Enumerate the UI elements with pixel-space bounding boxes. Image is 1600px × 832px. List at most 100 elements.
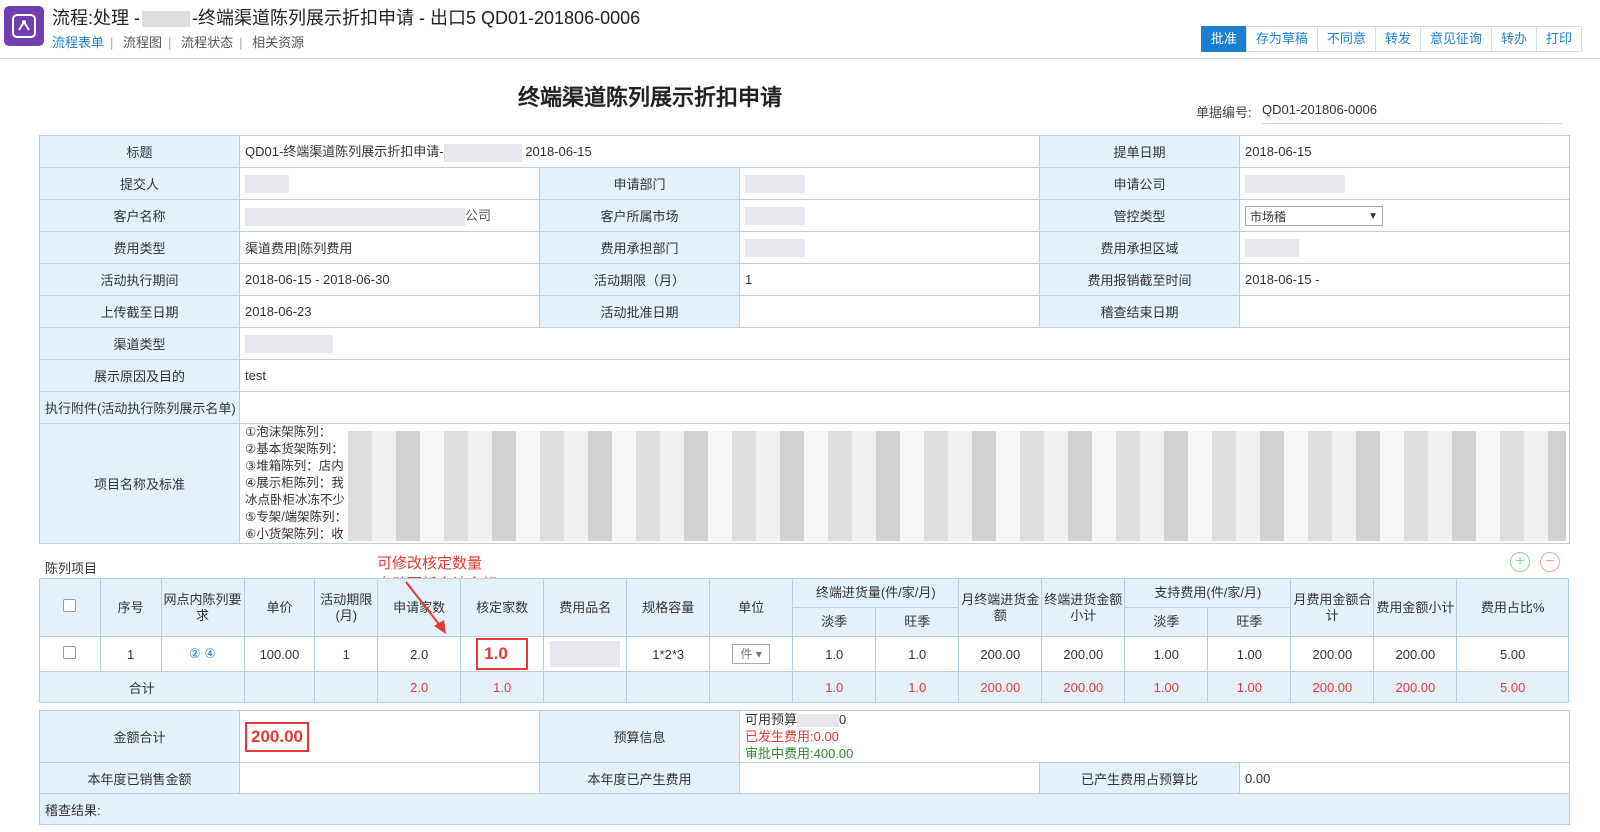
save-draft-button[interactable]: 存为草稿 [1245,26,1318,52]
cell-low: 1.0 [792,636,877,672]
fee-region-value [1239,231,1570,264]
transfer-button[interactable]: 转办 [1490,26,1537,52]
exec-period-value: 2018-06-15 - 2018-06-30 [239,263,540,296]
company-value [1239,167,1570,200]
sum-approved: 1.0 [460,671,545,703]
label-total: 金额合计 [39,710,240,763]
form-title: 终端渠道陈列展示折扣申请 [517,85,782,110]
label-customer: 客户名称 [39,199,240,232]
label-approve-date: 活动批准日期 [539,295,740,328]
channel-value [239,327,1570,360]
top-bar: 流程:处理 - -终端渠道陈列展示折扣申请 - 出口5 QD01-201806-0… [0,0,1600,59]
doc-no-value: QD01-201806-0006 [1262,102,1562,124]
add-row-icon[interactable]: + [1510,552,1530,572]
cell-req[interactable]: ② ④ [160,636,245,672]
year-fee-value [739,762,1040,794]
tab-flowchart[interactable]: 流程图 [117,35,168,50]
submitter-value [239,167,540,200]
term-value: 1 [739,263,1040,296]
display-section-label: 陈列项目 [45,561,98,576]
submit-date-value: 2018-06-15 [1239,135,1570,168]
dept-value [739,167,1040,200]
sum-month-amt: 200.00 [958,671,1043,703]
upload-value: 2018-06-23 [239,295,540,328]
forward-button[interactable]: 转发 [1374,26,1421,52]
th-approved: 核定家数 [460,578,545,637]
label-term: 活动期限（月） [539,263,740,296]
th-term: 活动期限(月) [314,578,379,637]
control-type-select[interactable]: 市场稽 ▼ [1239,199,1570,232]
sum-spec [626,671,711,703]
consult-button[interactable]: 意见征询 [1419,26,1492,52]
approved-count-input[interactable]: 1.0 [460,636,545,672]
table-row: 1 ② ④ 100.00 1 2.0 1.0 1*2*3 件 ▾ 1.0 1.0… [39,636,1569,672]
cell-spec: 1*2*3 [626,636,711,672]
sum-unit [709,671,794,703]
sum-low2: 1.00 [1124,671,1209,703]
th-product: 费用品名 [543,578,628,637]
cell-product [543,636,628,672]
label-fee-region: 费用承担区域 [1039,231,1240,264]
label-sales: 本年度已销售金额 [39,762,240,794]
th-req: 网点内陈列要求 [160,578,245,637]
th-spec: 规格容量 [626,578,711,637]
fee-dept-value [739,231,1040,264]
th-fee-sub: 费用金额小计 [1373,578,1458,637]
summary-table: 金额合计 200.00 预算信息 可用预算 0 已发生费用:0.00 审批中费用:… [38,710,1571,825]
tab-resources[interactable]: 相关资源 [246,35,310,50]
label-items: 项目名称及标准 [39,423,240,544]
doc-no-label: 单据编号: [1196,105,1252,120]
label-reimb: 费用报销截至时间 [1039,263,1240,296]
cell-peak: 1.0 [875,636,960,672]
label-reason: 展示原因及目的 [39,359,240,392]
label-fee-dept: 费用承担部门 [539,231,740,264]
ratio-value: 0.00 [1238,762,1571,794]
label-company: 申请公司 [1039,167,1240,200]
label-dept: 申请部门 [539,167,740,200]
disagree-button[interactable]: 不同意 [1316,26,1376,52]
label-year-fee: 本年度已产生费用 [539,762,740,794]
sum-price [243,671,316,703]
remove-row-icon[interactable]: − [1540,552,1560,572]
th-price: 单价 [243,578,316,637]
row-checkbox[interactable] [39,636,101,672]
th-peak2: 旺季 [1207,607,1292,637]
print-button[interactable]: 打印 [1535,26,1582,52]
th-seq: 序号 [99,578,162,637]
tab-form[interactable]: 流程表单 [52,35,110,50]
sum-label: 合计 [39,671,245,703]
approve-button[interactable]: 批准 [1200,26,1247,52]
label-ratio: 已产生费用占预算比 [1039,762,1240,794]
th-ratio: 费用占比% [1456,578,1569,637]
label-channel: 渠道类型 [39,327,240,360]
th-low2: 淡季 [1124,607,1209,637]
cell-seq: 1 [99,636,162,672]
sum-product [543,671,628,703]
select-all-checkbox[interactable] [39,578,101,637]
sum-apply: 2.0 [377,671,462,703]
market-value [739,199,1040,232]
attachment-value [239,391,1570,424]
label-exec-period: 活动执行期间 [39,263,240,296]
sum-term [314,671,379,703]
cell-fee-sub: 200.00 [1373,636,1458,672]
th-fee-month: 月费用金额合计 [1290,578,1375,637]
tab-status[interactable]: 流程状态 [175,35,239,50]
th-amt-sub: 终端进货金额小计 [1041,578,1126,637]
subnav: 流程表单 | 流程图 | 流程状态 | 相关资源 [52,32,310,51]
approve-date-value [739,295,1040,328]
th-month-amt: 月终端进货金额 [958,578,1043,637]
unit-select[interactable]: 件 ▾ [709,636,794,672]
display-items-table: 序号 网点内陈列要求 单价 活动期限(月) 申请家数 核定家数 费用品名 规格容… [39,578,1569,703]
cell-term: 1 [314,636,379,672]
cell-peak2: 1.00 [1207,636,1292,672]
sum-row: 合计 2.0 1.0 1.0 1.0 200.00 200.00 1.00 1.… [39,671,1569,703]
cell-amt-sub: 200.00 [1041,636,1126,672]
reimb-value: 2018-06-15 - [1239,263,1570,296]
sum-peak: 1.0 [875,671,960,703]
redacted-mosaic [348,431,1566,541]
cell-price: 100.00 [243,636,316,672]
app-logo-icon [4,6,44,46]
toolbar: 批准 存为草稿 不同意 转发 意见征询 转办 打印 [1200,26,1582,52]
sales-value [239,762,540,794]
